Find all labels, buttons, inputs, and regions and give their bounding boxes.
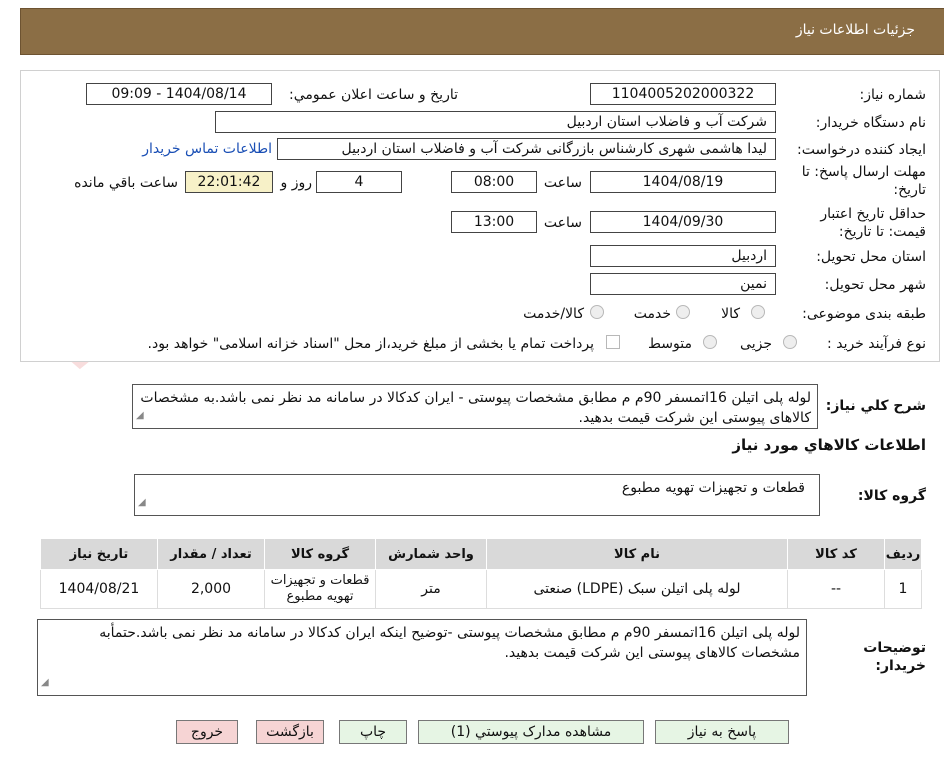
category-radio-goods[interactable] [751,305,765,319]
table-header-row: رديف کد کالا نام کالا واحد شمارش گروه کا… [40,538,922,570]
requester-label: ایجاد کننده درخواست: [797,142,926,158]
col-code: کد کالا [787,538,885,570]
category-radio-service[interactable] [676,305,690,319]
exit-button[interactable]: خروج [176,720,238,744]
cell-group: قطعات و تجهیزات تهویه مطبوع [264,569,376,609]
cell-code: -- [787,569,885,609]
deadline-label: مهلت ارسال پاسخ: تا [801,164,926,180]
buyer-notes-label-2: خريدار: [875,658,926,674]
print-button[interactable]: چاپ [339,720,407,744]
summary-label: شرح کلي نياز: [825,398,926,414]
validity-time-field: 13:00 [451,211,537,233]
treasury-payment-note: پرداخت تمام یا بخشی از مبلغ خرید،از محل … [147,336,594,352]
cell-unit: متر [375,569,487,609]
validity-label: حداقل تاريخ اعتبار [820,206,926,222]
page-title: جزئیات اطلاعات نیاز [795,22,915,38]
cell-row: 1 [884,569,922,609]
city-field: نمین [590,273,776,295]
category-label: طبقه بندی موضوعی: [802,306,926,322]
goods-group-value: قطعات و تجهیزات تهویه مطبوع [621,480,805,496]
buyer-org-field: شرکت آب و فاضلاب استان اردبیل [215,111,776,133]
process-radio-minor[interactable] [783,335,797,349]
validity-label-2: قيمت: تا تاريخ: [838,224,926,240]
process-option-medium: متوسط [648,336,692,352]
announce-label: تاریخ و ساعت اعلان عمومي: [289,87,458,103]
cell-name: لوله پلی اتیلن سبک (LDPE) صنعتی [486,569,788,609]
days-label: روز و [280,175,313,191]
summary-text: لوله پلی اتیلن 16اتمسفر 90م م مطابق مشخص… [140,390,811,426]
deadline-label-2: تاریخ: [893,182,926,198]
category-option-goods-service: کالا/خدمت [523,306,584,322]
city-label: شهر محل تحويل: [824,277,926,293]
col-unit: واحد شمارش [375,538,487,570]
process-option-minor: جزیی [740,336,772,352]
goods-section-title: اطلاعات کالاهاي مورد نياز [732,436,926,454]
resize-grip-icon[interactable]: ◢ [136,406,144,426]
col-quantity: تعداد / مقدار [157,538,265,570]
process-label: نوع فرآيند خريد : [827,336,926,352]
announce-field: 1404/08/14 - 09:09 [86,83,272,105]
col-name: نام کالا [486,538,788,570]
reply-button[interactable]: پاسخ به نیاز [655,720,789,744]
goods-group-field: قطعات و تجهیزات تهویه مطبوع ◢ [134,474,820,516]
province-field: اردبیل [590,245,776,267]
deadline-date-field: 1404/08/19 [590,171,776,193]
validity-date-field: 1404/09/30 [590,211,776,233]
category-option-service: خدمت [633,306,671,322]
remaining-time-field: 22:01:42 [185,171,273,193]
treasury-payment-checkbox[interactable] [606,335,620,349]
table-row: 1 -- لوله پلی اتیلن سبک (LDPE) صنعتی متر… [40,569,922,609]
validity-time-label: ساعت [543,215,582,231]
goods-table: رديف کد کالا نام کالا واحد شمارش گروه کا… [40,538,922,609]
buyer-contact-link[interactable]: اطلاعات تماس خریدار [142,141,272,157]
category-radio-goods-service[interactable] [590,305,604,319]
back-button[interactable]: بازگشت [256,720,324,744]
category-option-goods: کالا [721,306,740,322]
days-remaining-field: 4 [316,171,402,193]
col-date: تاريخ نياز [40,538,158,570]
resize-grip-icon[interactable]: ◢ [138,493,146,513]
buyer-org-label: نام دستگاه خريدار: [815,115,926,131]
need-number-label: شماره نیاز: [859,87,927,103]
buyer-notes-textarea[interactable]: لوله پلی اتیلن 16اتمسفر 90م م مطابق مشخص… [37,619,807,696]
col-row: رديف [884,538,922,570]
province-label: استان محل تحويل: [816,249,926,265]
deadline-time-label: ساعت [543,175,582,191]
cell-date: 1404/08/21 [40,569,158,609]
buyer-notes-label: توضيحات [863,640,926,656]
need-number-field: 1104005202000322 [590,83,776,105]
summary-textarea[interactable]: لوله پلی اتیلن 16اتمسفر 90م م مطابق مشخص… [132,384,818,429]
process-radio-medium[interactable] [703,335,717,349]
goods-group-label: گروه کالا: [857,488,926,504]
page-header: جزئیات اطلاعات نیاز [20,8,944,55]
col-group: گروه کالا [264,538,376,570]
view-attachments-button[interactable]: مشاهده مدارک پیوستي (1) [418,720,644,744]
remaining-label: ساعت باقي مانده [74,175,178,191]
buyer-notes-text: لوله پلی اتیلن 16اتمسفر 90م م مطابق مشخص… [99,625,800,661]
requester-field: لیدا هاشمی شهری کارشناس بازرگانی شرکت آب… [277,138,776,160]
resize-grip-icon[interactable]: ◢ [41,673,49,693]
deadline-time-field: 08:00 [451,171,537,193]
cell-quantity: 2,000 [157,569,265,609]
